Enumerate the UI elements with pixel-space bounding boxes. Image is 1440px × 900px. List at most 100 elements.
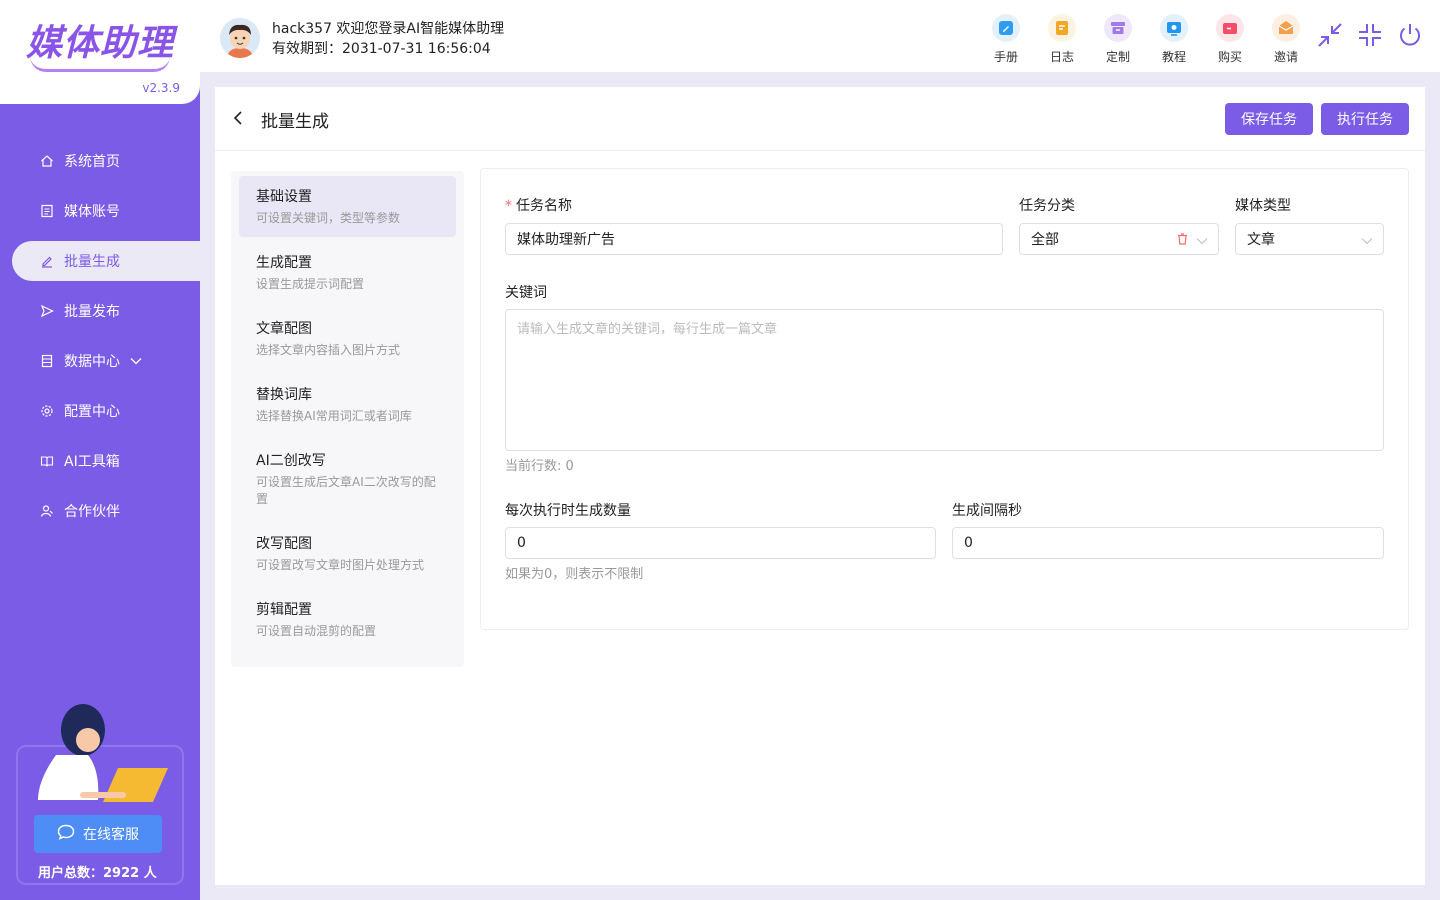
sidebar-item-batch-generate[interactable]: 批量生成 bbox=[12, 241, 200, 281]
tutorial-button[interactable]: 教程 bbox=[1146, 14, 1202, 65]
tool-label: 邀请 bbox=[1273, 50, 1298, 64]
task-category-select[interactable]: 全部 bbox=[1019, 223, 1219, 255]
task-category-label: 任务分类 bbox=[1019, 198, 1075, 214]
welcome-text: hack357 欢迎您登录AI智能媒体助理 bbox=[272, 21, 505, 37]
customize-button[interactable]: 定制 bbox=[1090, 14, 1146, 65]
interval-seconds-label: 生成间隔秒 bbox=[952, 503, 1022, 519]
sidebar: 媒体助理 v2.3.9 系统首页 媒体账号 批量生成 批量发布 数据中心 配置中… bbox=[0, 0, 200, 900]
online-support-label: 在线客服 bbox=[83, 827, 139, 843]
sidebar-item-config-center[interactable]: 配置中心 bbox=[0, 391, 200, 431]
home-icon bbox=[40, 154, 54, 168]
customize-icon bbox=[1104, 14, 1132, 42]
tutorial-icon bbox=[1160, 14, 1188, 42]
step-article-images[interactable]: 文章配图 选择文章内容插入图片方式 bbox=[239, 308, 456, 369]
sidebar-item-accounts[interactable]: 媒体账号 bbox=[0, 191, 200, 231]
window-controls bbox=[1316, 20, 1424, 50]
step-desc: 设置生成提示词配置 bbox=[256, 277, 365, 291]
task-name-input[interactable]: 媒体助理新广告 bbox=[505, 223, 1003, 255]
invite-button[interactable]: 邀请 bbox=[1258, 14, 1314, 65]
power-icon[interactable] bbox=[1396, 20, 1424, 50]
task-category-value: 全部 bbox=[1031, 232, 1059, 248]
save-task-button[interactable]: 保存任务 bbox=[1225, 103, 1313, 135]
step-basic-settings[interactable]: 基础设置 可设置关键词，类型等参数 bbox=[239, 176, 456, 237]
book-icon bbox=[40, 454, 54, 468]
manual-icon bbox=[992, 14, 1020, 42]
media-type-select[interactable]: 文章 bbox=[1235, 223, 1384, 255]
sidebar-item-label: AI工具箱 bbox=[64, 454, 120, 470]
sidebar-item-ai-toolbox[interactable]: AI工具箱 bbox=[0, 441, 200, 481]
back-icon[interactable] bbox=[231, 110, 245, 130]
keywords-label: 关键词 bbox=[505, 285, 547, 301]
manual-button[interactable]: 手册 bbox=[978, 14, 1034, 65]
header-tools: 手册 日志 定制 教程 购买 邀请 bbox=[978, 14, 1314, 65]
step-desc: 选择替换AI常用词汇或者词库 bbox=[256, 409, 412, 423]
sidebar-item-label: 媒体账号 bbox=[64, 204, 120, 220]
chevron-down-icon bbox=[130, 353, 142, 369]
gear-icon bbox=[40, 404, 54, 418]
per-run-count-input[interactable]: 0 bbox=[505, 527, 936, 559]
log-button[interactable]: 日志 bbox=[1034, 14, 1090, 65]
step-desc: 可设置生成后文章AI二次改写的配置 bbox=[256, 475, 436, 506]
step-replace-lexicon[interactable]: 替换词库 选择替换AI常用词汇或者词库 bbox=[239, 374, 456, 435]
invite-icon bbox=[1272, 14, 1300, 42]
step-rewrite-images[interactable]: 改写配图 可设置改写文章时图片处理方式 bbox=[239, 523, 456, 584]
execute-task-button[interactable]: 执行任务 bbox=[1321, 103, 1409, 135]
account-icon bbox=[40, 204, 54, 218]
data-icon bbox=[40, 354, 54, 368]
tool-label: 手册 bbox=[993, 50, 1018, 64]
sidebar-item-home[interactable]: 系统首页 bbox=[0, 141, 200, 181]
interval-seconds-input[interactable]: 0 bbox=[952, 527, 1384, 559]
step-title: 生成配置 bbox=[256, 255, 312, 271]
tool-label: 日志 bbox=[1049, 50, 1074, 64]
trash-icon[interactable] bbox=[1177, 233, 1188, 249]
main-panel: 批量生成 保存任务 执行任务 基础设置 可设置关键词，类型等参数 生成配置 设置… bbox=[215, 87, 1425, 885]
purchase-button[interactable]: 购买 bbox=[1202, 14, 1258, 65]
step-desc: 可设置自动混剪的配置 bbox=[256, 624, 377, 638]
step-clip-config[interactable]: 剪辑配置 可设置自动混剪的配置 bbox=[239, 589, 456, 650]
tool-label: 教程 bbox=[1161, 50, 1186, 64]
chat-icon bbox=[57, 824, 75, 844]
tool-label: 定制 bbox=[1105, 50, 1130, 64]
sidebar-item-label: 批量发布 bbox=[64, 304, 120, 320]
settings-steps: 基础设置 可设置关键词，类型等参数 生成配置 设置生成提示词配置 文章配图 选择… bbox=[231, 171, 464, 667]
step-desc: 选择文章内容插入图片方式 bbox=[256, 343, 401, 357]
step-generation-config[interactable]: 生成配置 设置生成提示词配置 bbox=[239, 242, 456, 303]
chevron-down-icon bbox=[1361, 233, 1373, 249]
logo-area: 媒体助理 v2.3.9 bbox=[0, 0, 200, 104]
logo-swoosh bbox=[30, 56, 170, 72]
page-title: 批量生成 bbox=[261, 112, 329, 132]
line-count: 当前行数: 0 bbox=[505, 459, 574, 474]
collapse-icon[interactable] bbox=[1356, 20, 1384, 50]
log-icon bbox=[1048, 14, 1076, 42]
media-type-label: 媒体类型 bbox=[1235, 198, 1291, 214]
tool-label: 购买 bbox=[1217, 50, 1242, 64]
step-title: 改写配图 bbox=[256, 536, 312, 552]
step-title: 基础设置 bbox=[256, 189, 312, 205]
edit-icon bbox=[40, 254, 54, 268]
step-title: AI二创改写 bbox=[256, 453, 326, 469]
online-support-button[interactable]: 在线客服 bbox=[34, 815, 162, 853]
page-header: 批量生成 保存任务 执行任务 bbox=[215, 87, 1425, 151]
minimize-icon[interactable] bbox=[1316, 20, 1344, 50]
step-desc: 可设置改写文章时图片处理方式 bbox=[256, 558, 425, 572]
sidebar-item-label: 系统首页 bbox=[64, 154, 120, 170]
sidebar-item-label: 配置中心 bbox=[64, 404, 120, 420]
sidebar-item-partners[interactable]: 合作伙伴 bbox=[0, 491, 200, 531]
sidebar-item-batch-publish[interactable]: 批量发布 bbox=[0, 291, 200, 331]
app-version: v2.3.9 bbox=[142, 81, 180, 95]
send-icon bbox=[40, 304, 54, 318]
expiry-text: 有效期到：2031-07-31 16:56:04 bbox=[272, 41, 491, 57]
step-title: 文章配图 bbox=[256, 321, 312, 337]
user-total: 用户总数：2922 人 bbox=[38, 866, 157, 881]
keywords-textarea[interactable]: 请输入生成文章的关键词，每行生成一篇文章 bbox=[505, 309, 1384, 451]
step-ai-rewrite[interactable]: AI二创改写 可设置生成后文章AI二次改写的配置 bbox=[239, 440, 456, 518]
avatar[interactable] bbox=[220, 18, 260, 58]
step-title: 替换词库 bbox=[256, 387, 312, 403]
partner-icon bbox=[40, 504, 54, 518]
sidebar-nav: 系统首页 媒体账号 批量生成 批量发布 数据中心 配置中心 AI工具箱 合作伙伴 bbox=[0, 141, 200, 541]
sidebar-item-data-center[interactable]: 数据中心 bbox=[0, 341, 200, 381]
per-run-count-hint: 如果为0，则表示不限制 bbox=[505, 567, 644, 582]
task-name-label: * 任务名称 bbox=[505, 198, 572, 214]
media-type-value: 文章 bbox=[1247, 232, 1275, 248]
sidebar-item-label: 批量生成 bbox=[64, 254, 120, 270]
